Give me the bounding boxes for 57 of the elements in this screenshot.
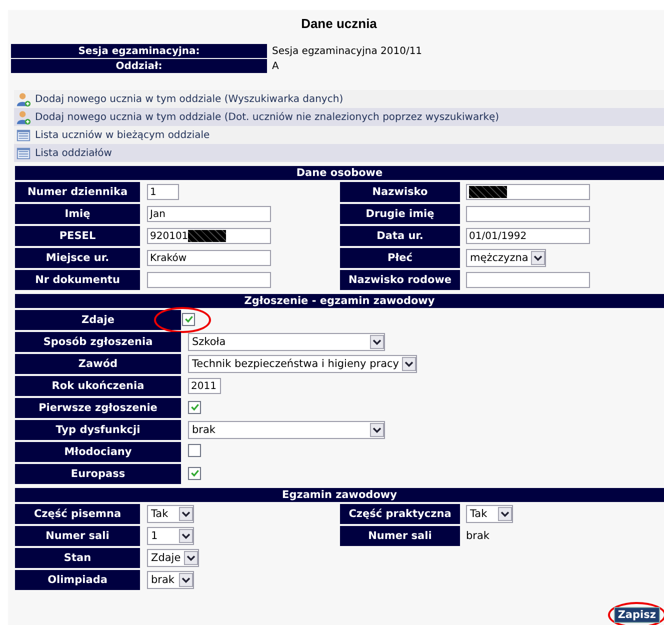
save-button[interactable]: Zapisz: [614, 607, 660, 623]
field-label: Młodociany: [15, 442, 181, 462]
field-value: A: [272, 60, 279, 72]
field-label: Część praktyczna: [340, 504, 460, 524]
input-field[interactable]: 01/01/1992: [466, 228, 590, 244]
nav-link[interactable]: Lista oddziałów: [35, 148, 112, 158]
field-label: Numer sali: [340, 526, 460, 546]
field-value: Kraków: [150, 252, 187, 264]
section-header: Zgłoszenie - egzamin zawodowy: [15, 294, 664, 308]
field-label: Zdaje: [15, 310, 181, 330]
field-label: Sesja egzaminacyjna:: [11, 44, 267, 58]
field-value: brak: [466, 530, 490, 542]
dropdown[interactable]: brak: [147, 571, 194, 589]
field-label: Numer dziennika: [15, 182, 140, 202]
field-value: 01/01/1992: [469, 230, 527, 242]
input-field[interactable]: Jan: [147, 206, 271, 222]
field-label: Olimpiada: [15, 570, 140, 590]
field-value: 2011: [191, 380, 216, 392]
field-label: Część pisemna: [15, 504, 140, 524]
field-label: PESEL: [15, 226, 140, 246]
dropdown[interactable]: brak: [188, 421, 385, 439]
field-value: Sesja egzaminacyjna 2010/11: [272, 46, 422, 56]
input-field[interactable]: 920101: [147, 228, 271, 244]
dropdown[interactable]: Tak: [466, 505, 513, 523]
field-label: Imię: [15, 204, 140, 224]
page-title: Dane ucznia: [300, 15, 378, 33]
field-label: Sposób zgłoszenia: [15, 332, 181, 352]
field-label: Nr dokumentu: [15, 270, 140, 290]
field-label: Data ur.: [340, 226, 460, 246]
dropdown[interactable]: mężczyzna: [466, 249, 546, 267]
input-field[interactable]: 2011: [188, 378, 222, 394]
field-label: Zawód: [15, 354, 181, 374]
dropdown[interactable]: 1: [147, 527, 194, 545]
field-label: Nazwisko rodowe: [340, 270, 460, 290]
field-label: Rok ukończenia: [15, 376, 181, 396]
input-field[interactable]: Kraków: [147, 250, 271, 266]
section-header: Egzamin zawodowy: [15, 488, 664, 502]
field-label: Typ dysfunkcji: [15, 420, 181, 440]
field-value: 920101: [150, 230, 188, 242]
input-field[interactable]: 1: [147, 184, 179, 200]
field-label: Stan: [15, 548, 140, 568]
field-label: Pierwsze zgłoszenie: [15, 398, 181, 418]
field-label: Drugie imię: [340, 204, 460, 224]
dropdown[interactable]: Technik bezpieczeństwa i higieny pracy: [188, 355, 418, 373]
field-label: Numer sali: [15, 526, 140, 546]
field-value: 1: [150, 186, 156, 198]
dropdown[interactable]: Zdaje: [147, 549, 199, 567]
field-label: Płeć: [340, 248, 460, 268]
field-value: Jan: [150, 208, 166, 220]
dropdown[interactable]: Tak: [147, 505, 194, 523]
field-label: Nazwisko: [340, 182, 460, 202]
field-label: Miejsce ur.: [15, 248, 140, 268]
nav-link[interactable]: Lista uczniów w bieżącym oddziale: [35, 130, 210, 140]
field-label: Europass: [15, 464, 181, 484]
dropdown[interactable]: Szkoła: [188, 333, 385, 351]
field-label: Oddział:: [11, 59, 267, 73]
section-header: Dane osobowe: [15, 166, 664, 180]
